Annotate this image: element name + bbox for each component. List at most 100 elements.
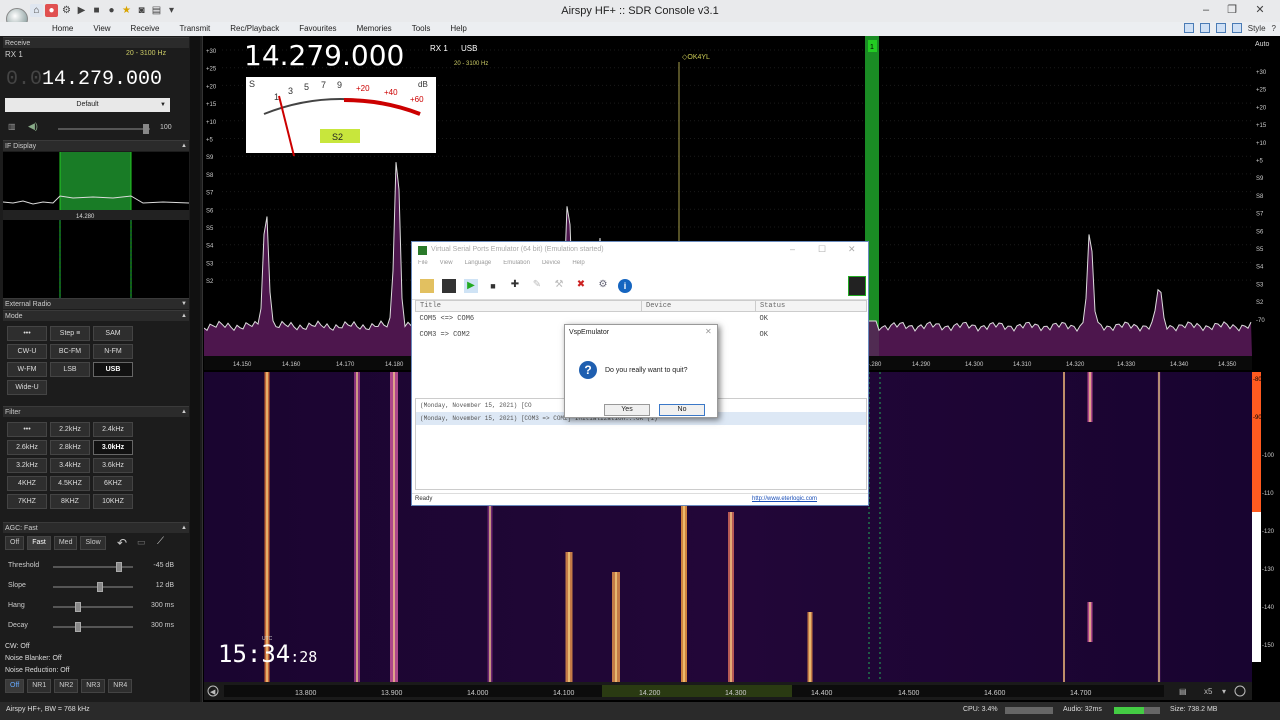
filter-more-button[interactable]: ••• [7, 422, 47, 437]
vsp-menu-help[interactable]: Help [572, 260, 584, 272]
menu-memories[interactable]: Memories [347, 23, 402, 35]
vsp-title-bar[interactable]: Virtual Serial Ports Emulator (64 bit) (… [412, 242, 868, 260]
maximize-button[interactable]: ❐ [1222, 2, 1242, 18]
style-menu[interactable]: Style [1248, 24, 1266, 33]
vsp-menu-file[interactable]: File [418, 260, 428, 272]
nr4-button[interactable]: NR4 [108, 679, 133, 693]
agc-slow-button[interactable]: Slow [80, 536, 106, 550]
waterfall-palette[interactable] [1252, 372, 1261, 512]
filter-6khz-button[interactable]: 6KHZ [93, 476, 133, 491]
layout-icon[interactable] [1183, 23, 1194, 33]
mode-wfm-button[interactable]: W-FM [7, 362, 47, 377]
minimize-button[interactable]: – [1196, 2, 1216, 18]
menu-transmit[interactable]: Transmit [169, 23, 220, 35]
info-icon[interactable]: i [618, 278, 632, 293]
mode-header[interactable]: Mode ▲ [3, 310, 189, 321]
filter-3-4khz-button[interactable]: 3.4kHz [50, 458, 90, 473]
settings-icon[interactable]: ⚙ [596, 279, 610, 293]
curve-icon[interactable]: ⟋ [157, 536, 164, 547]
vsp-close-button[interactable]: ✕ [848, 244, 856, 255]
filter-header[interactable]: Filter ▲ [3, 406, 189, 417]
edit-device-icon[interactable]: ✎ [530, 279, 544, 293]
filter-2-2khz-button[interactable]: 2.2kHz [50, 422, 90, 437]
filter-2-4khz-button[interactable]: 2.4kHz [93, 422, 133, 437]
rx-frequency[interactable]: 0.014.279.000 [6, 68, 162, 91]
menu-favourites[interactable]: Favourites [289, 23, 346, 35]
mode-more-button[interactable]: ••• [7, 326, 47, 341]
zoom-chevron-icon[interactable]: ▾ [1222, 687, 1226, 696]
mode-sam-button[interactable]: SAM [93, 326, 133, 341]
filter-7khz-button[interactable]: 7KHZ [7, 494, 47, 509]
decay-slider[interactable]: Decay 300 ms [8, 620, 188, 634]
help-icon[interactable]: ? [1272, 24, 1276, 33]
mode-cwu-button[interactable]: CW-U [7, 344, 47, 359]
auto-label[interactable]: Auto [1255, 41, 1270, 48]
vsp-menu-view[interactable]: View [440, 260, 453, 272]
filter-3-6khz-button[interactable]: 3.6kHz [93, 458, 133, 473]
meter-icon[interactable]: ▥ [8, 122, 20, 132]
agc-fast-button[interactable]: Fast [27, 536, 51, 550]
hang-track[interactable] [53, 602, 133, 612]
close-button[interactable]: ✕ [1250, 2, 1270, 18]
start-emulation-icon[interactable]: ▶ [464, 278, 478, 293]
hang-slider[interactable]: Hang 300 ms [8, 600, 188, 614]
mode-nfm-button[interactable]: N-FM [93, 344, 133, 359]
decay-thumb[interactable] [75, 622, 82, 632]
menu-rec-playback[interactable]: Rec/Playback [220, 23, 289, 35]
vsp-minimize-button[interactable]: – [790, 244, 795, 254]
calendar-icon[interactable]: ▤ [1179, 687, 1187, 696]
threshold-thumb[interactable] [115, 562, 122, 572]
mode-step-button[interactable]: Step ≡ [50, 326, 90, 341]
hang-thumb[interactable] [75, 602, 82, 612]
menu-receive[interactable]: Receive [121, 23, 170, 35]
open-icon[interactable] [420, 278, 434, 293]
mode-wideu-button[interactable]: Wide-U [7, 380, 47, 395]
column-status[interactable]: Status [755, 300, 867, 312]
menu-tools[interactable]: Tools [402, 23, 441, 35]
filter-2-8khz-button[interactable]: 2.8kHz [50, 440, 90, 455]
filter-3-2khz-button[interactable]: 3.2kHz [7, 458, 47, 473]
nr1-button[interactable]: NR1 [27, 679, 52, 693]
add-device-icon[interactable]: ✚ [508, 279, 522, 293]
agc-med-button[interactable]: Med [53, 536, 78, 550]
menu-home[interactable]: Home [42, 23, 83, 35]
filter-8khz-button[interactable]: 8KHZ [50, 494, 90, 509]
preset-select[interactable]: Default ▼ [5, 98, 170, 112]
filter-4khz-button[interactable]: 4KHZ [7, 476, 47, 491]
filter-10khz-button[interactable]: 10KHZ [93, 494, 133, 509]
slope-thumb[interactable] [97, 582, 104, 592]
menu-help[interactable]: Help [440, 23, 476, 35]
external-radio-header[interactable]: External Radio ▼ [3, 298, 189, 309]
panel-icon[interactable] [1199, 23, 1210, 33]
mode-usb-button[interactable]: USB [93, 362, 133, 377]
column-device[interactable]: Device [641, 300, 756, 312]
agc-off-button[interactable]: Off [5, 536, 25, 550]
noise-reduction-status[interactable]: Noise Reduction: Off [5, 667, 69, 674]
visible-span-highlight[interactable] [602, 685, 792, 697]
save-icon[interactable] [442, 278, 456, 293]
quit-dialog[interactable]: VspEmulator ✕ ? Do you really want to qu… [564, 324, 718, 418]
stop-emulation-icon[interactable]: ■ [486, 279, 500, 293]
threshold-slider[interactable]: Threshold -45 dB [8, 560, 188, 574]
fullscreen-icon[interactable] [1231, 23, 1242, 33]
vsp-maximize-button[interactable]: ☐ [818, 244, 826, 255]
volume-track[interactable] [58, 124, 150, 134]
slope-slider[interactable]: Slope 12 dB [8, 580, 188, 594]
mode-lsb-button[interactable]: LSB [50, 362, 90, 377]
if-display-header[interactable]: IF Display ▲ [3, 140, 189, 151]
zoom-level[interactable]: x5 [1204, 687, 1213, 696]
decay-track[interactable] [53, 622, 133, 632]
main-frequency[interactable]: 14.279.000 [244, 39, 404, 72]
vsp-website-link[interactable]: http://www.eterlogic.com [752, 496, 817, 502]
threshold-track[interactable] [53, 562, 133, 572]
nr3-button[interactable]: NR3 [81, 679, 106, 693]
vsp-menu-emulation[interactable]: Emulation [503, 260, 530, 272]
agc-graph-icon[interactable]: ▭ [137, 537, 146, 548]
window-icon[interactable] [1215, 23, 1226, 33]
cw-status[interactable]: CW: Off [5, 643, 30, 650]
column-title[interactable]: Title [415, 300, 642, 312]
nr2-button[interactable]: NR2 [54, 679, 79, 693]
volume-thumb[interactable] [143, 124, 149, 134]
properties-icon[interactable]: ⚒ [552, 279, 566, 293]
yes-button[interactable]: Yes [604, 404, 650, 416]
